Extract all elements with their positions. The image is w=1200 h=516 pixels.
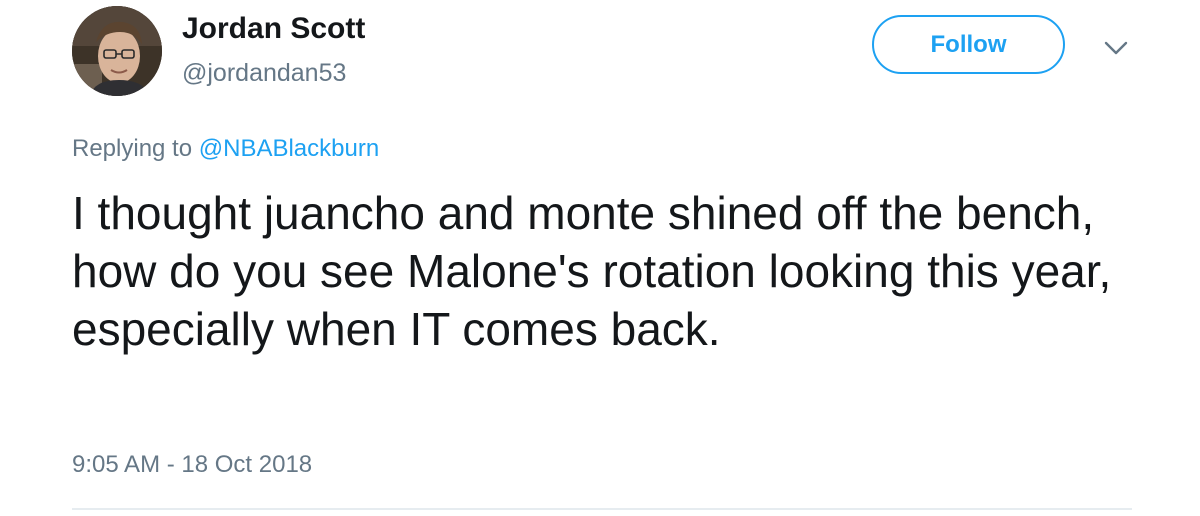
- avatar-photo: [72, 6, 162, 96]
- avatar[interactable]: [72, 6, 162, 96]
- author-handle[interactable]: @jordandan53: [182, 58, 346, 88]
- tweet-card: Jordan Scott @jordandan53 Follow Replyin…: [0, 0, 1200, 516]
- reply-prefix: Replying to: [72, 135, 199, 162]
- divider: [72, 508, 1132, 510]
- reply-to-link[interactable]: @NBABlackburn: [199, 135, 379, 162]
- chevron-down-icon[interactable]: [1102, 38, 1130, 58]
- follow-button[interactable]: Follow: [872, 15, 1065, 74]
- tweet-text: I thought juancho and monte shined off t…: [72, 187, 1112, 355]
- tweet-timestamp[interactable]: 9:05 AM - 18 Oct 2018: [72, 450, 312, 480]
- author-display-name[interactable]: Jordan Scott: [182, 12, 365, 46]
- reply-context: Replying to @NBABlackburn: [72, 134, 379, 164]
